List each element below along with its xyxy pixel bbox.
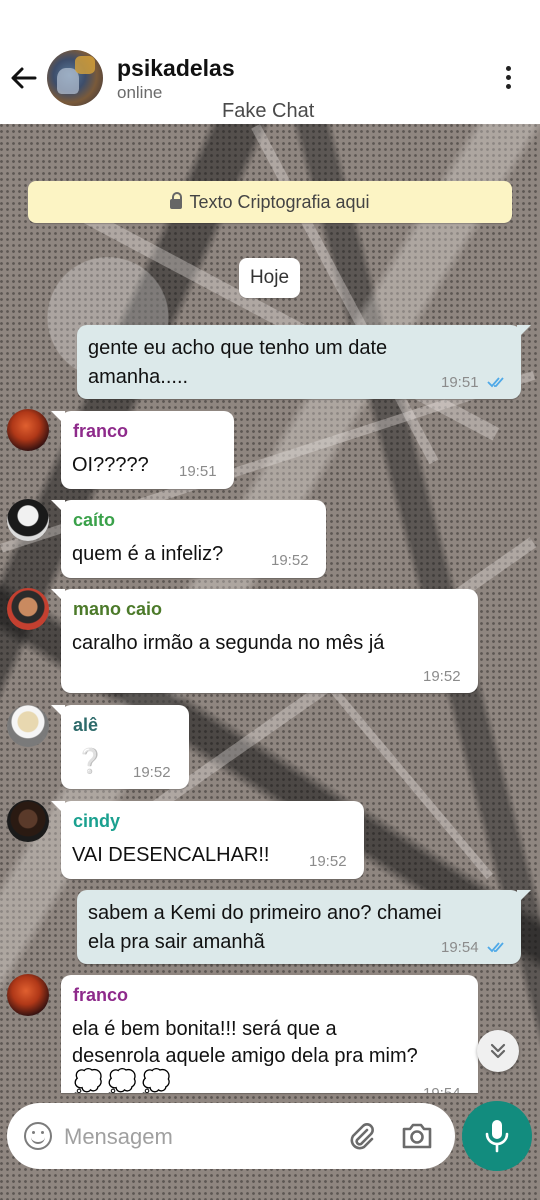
incoming-message[interactable]: cindy VAI DESENCALHAR!! 19:52 — [51, 801, 364, 879]
message-text-line: ela pra sair amanhã — [88, 931, 265, 953]
incoming-message[interactable]: franco OI????? 19:51 — [51, 411, 234, 489]
encryption-notice[interactable]: Texto Criptografia aqui — [28, 181, 512, 223]
encryption-text: Texto Criptografia aqui — [189, 192, 370, 212]
message-time: 19:54 — [423, 1085, 461, 1093]
incoming-message[interactable]: mano caio caralho irmão a segunda no mês… — [51, 589, 478, 693]
outgoing-message[interactable]: sabem a Kemi do primeiro ano? chamei ela… — [77, 890, 531, 964]
message-input[interactable] — [62, 1119, 336, 1155]
message-text-line: sabem a Kemi do primeiro ano? chamei — [88, 902, 442, 924]
avatar[interactable] — [7, 800, 49, 842]
chat-status: online — [117, 83, 163, 102]
thought-bubble-emoji: 💭 — [141, 1069, 171, 1093]
sender-name[interactable]: franco — [73, 421, 128, 442]
avatar[interactable] — [7, 974, 49, 1016]
message-time: 19:54 — [441, 939, 479, 956]
sender-name[interactable]: caíto — [73, 510, 115, 531]
message-time: 19:51 — [441, 374, 479, 391]
message-text-line: desenrola aquele amigo dela pra mim? — [72, 1045, 418, 1067]
avatar[interactable] — [7, 409, 49, 451]
message-text-line: caralho irmão a segunda no mês já — [72, 632, 385, 654]
emoji-icon[interactable] — [24, 1122, 52, 1150]
message-time: 19:52 — [309, 853, 347, 870]
message-text-line: ela é bem bonita!!! será que a — [72, 1018, 337, 1040]
lock-icon — [170, 192, 183, 209]
outgoing-message[interactable]: gente eu acho que tenho um date amanha..… — [77, 325, 531, 399]
message-text-line: gente eu acho que tenho um date — [88, 337, 388, 359]
more-options-icon[interactable] — [496, 66, 520, 92]
message-input-bar — [7, 1103, 455, 1169]
message-time: 19:52 — [133, 764, 171, 781]
thought-bubble-emoji: 💭 — [73, 1069, 103, 1093]
back-arrow-icon[interactable] — [8, 62, 40, 94]
read-ticks-icon — [487, 377, 504, 388]
sender-name[interactable]: mano caio — [73, 599, 162, 620]
group-avatar[interactable] — [47, 50, 103, 106]
question-mark-emoji: ❔ — [75, 748, 105, 775]
incoming-message[interactable]: franco ela é bem bonita!!! será que a de… — [61, 975, 478, 1093]
chat-name[interactable]: psikadelas — [117, 55, 235, 82]
chat-header: psikadelas online Fake Chat — [0, 0, 540, 124]
scroll-to-bottom-button[interactable] — [477, 1030, 519, 1072]
message-text-line: quem é a infeliz? — [72, 543, 224, 565]
date-chip: Hoje — [239, 258, 300, 298]
message-text-line: amanha..... — [88, 366, 189, 388]
message-text-line: OI????? — [72, 454, 149, 476]
message-time: 19:52 — [271, 552, 309, 569]
avatar[interactable] — [7, 588, 49, 630]
fake-chat-label: Fake Chat — [222, 100, 315, 122]
sender-name[interactable]: alê — [73, 715, 98, 736]
double-chevron-down-icon — [490, 1043, 506, 1059]
paperclip-icon[interactable] — [346, 1120, 378, 1152]
read-ticks-icon — [487, 942, 504, 953]
message-time: 19:51 — [179, 463, 217, 480]
camera-icon[interactable] — [400, 1120, 434, 1152]
thought-bubble-emoji: 💭 — [107, 1069, 137, 1093]
microphone-icon — [485, 1120, 509, 1153]
incoming-message[interactable]: alê ❔ 19:52 — [51, 705, 189, 789]
incoming-message[interactable]: caíto quem é a infeliz? 19:52 — [51, 500, 326, 578]
microphone-button[interactable] — [462, 1101, 532, 1171]
message-time: 19:52 — [423, 668, 461, 685]
message-text-line: VAI DESENCALHAR!! — [72, 844, 270, 866]
sender-name[interactable]: franco — [73, 985, 128, 1006]
sender-name[interactable]: cindy — [73, 811, 120, 832]
avatar[interactable] — [7, 499, 49, 541]
avatar[interactable] — [7, 705, 49, 747]
